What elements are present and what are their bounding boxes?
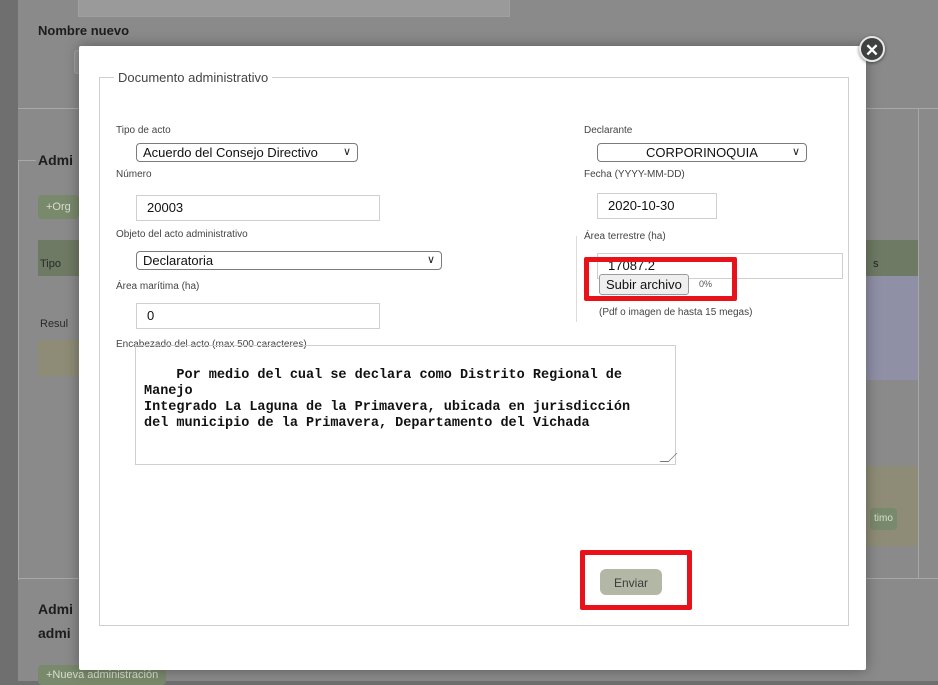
bg-last-button[interactable]: timo: [870, 508, 897, 530]
fecha-label: Fecha (YYYY-MM-DD): [584, 169, 685, 180]
fecha-input[interactable]: 2020-10-30: [597, 193, 717, 219]
document-modal: Documento administrativo Tipo de acto Ac…: [79, 46, 866, 670]
bg-divider: [18, 160, 36, 161]
declarante-select[interactable]: CORPORINOQUIA ∨: [597, 143, 807, 162]
upload-hint: (Pdf o imagen de hasta 15 megas): [599, 307, 753, 318]
area-maritima-input[interactable]: 0: [136, 303, 380, 329]
objeto-label: Objeto del acto administrativo: [116, 229, 248, 240]
tipo-acto-select[interactable]: Acuerdo del Consejo Directivo ∨: [136, 143, 358, 162]
tipo-acto-value: Acuerdo del Consejo Directivo: [143, 145, 318, 160]
resize-handle-icon[interactable]: [659, 453, 678, 462]
bg-tipo-col: Tipo: [40, 258, 61, 270]
bg-footer-row: [866, 466, 918, 546]
bg-section2-subtitle: admi: [38, 625, 71, 641]
numero-label: Número: [116, 169, 152, 180]
send-highlight-box: [580, 550, 692, 610]
bg-border-right: [918, 108, 919, 578]
declarante-value: CORPORINOQUIA: [646, 145, 758, 160]
objeto-value: Declaratoria: [143, 253, 214, 268]
chevron-down-icon: ∨: [791, 146, 800, 158]
numero-input[interactable]: 20003: [136, 195, 380, 221]
bg-org-button[interactable]: +Org: [38, 195, 79, 219]
bg-section2-title: Admi: [38, 601, 73, 617]
area-terrestre-label: Área terrestre (ha): [584, 231, 666, 242]
column-separator: [576, 236, 577, 322]
tipo-acto-label: Tipo de acto: [116, 125, 171, 136]
chevron-down-icon: ∨: [426, 254, 435, 266]
area-maritima-label: Área marítima (ha): [116, 281, 200, 292]
bg-result-text: Resul: [40, 318, 69, 330]
declarante-label: Declarante: [584, 125, 633, 136]
encabezado-textarea[interactable]: Por medio del cual se declara como Distr…: [135, 345, 678, 465]
objeto-select[interactable]: Declaratoria ∨: [136, 251, 442, 270]
fieldset-legend: Documento administrativo: [118, 70, 269, 85]
encabezado-text: Por medio del cual se declara como Distr…: [144, 368, 631, 431]
close-icon[interactable]: ✕: [859, 36, 885, 62]
bg-top-input: [78, 0, 510, 17]
bg-border-left: [18, 160, 19, 580]
upload-highlight-box: [584, 257, 737, 301]
bg-section1-title: Admi: [38, 152, 73, 168]
bg-row-highlight: [866, 276, 918, 380]
bg-s-col: s: [873, 258, 879, 270]
chevron-down-icon: ∨: [342, 146, 351, 158]
bg-field-label: Nombre nuevo: [38, 23, 130, 38]
